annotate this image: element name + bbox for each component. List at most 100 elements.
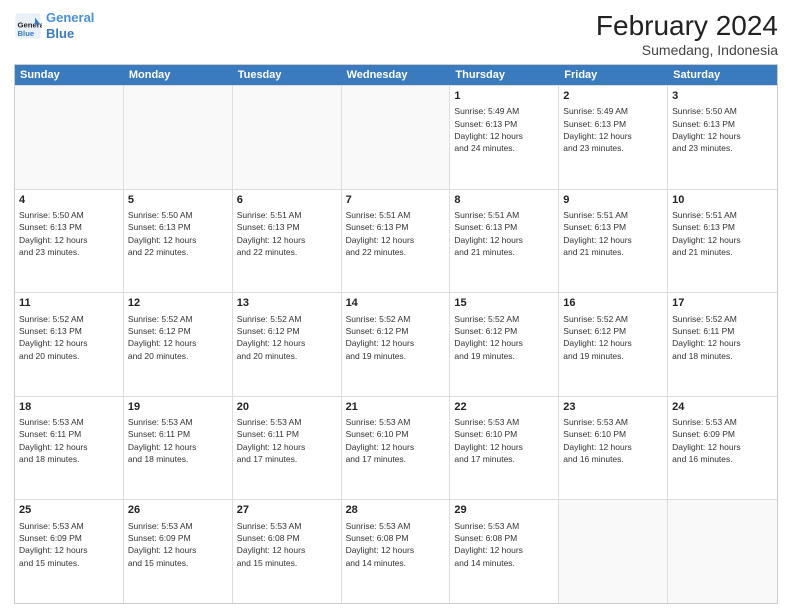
cell-day-number: 3 — [672, 89, 773, 104]
cell-info: Sunrise: 5:49 AM Sunset: 6:13 PM Dayligh… — [454, 105, 554, 154]
calendar-row-2: 4Sunrise: 5:50 AM Sunset: 6:13 PM Daylig… — [15, 189, 777, 293]
calendar-cell-1-1 — [15, 86, 124, 189]
calendar-cell-1-6: 2Sunrise: 5:49 AM Sunset: 6:13 PM Daylig… — [559, 86, 668, 189]
calendar-cell-3-3: 13 Sunrise: 5:52 AM Sunset: 6:12 PM Dayli… — [233, 293, 342, 396]
calendar-cell-1-5: 1Sunrise: 5:49 AM Sunset: 6:13 PM Daylig… — [450, 86, 559, 189]
cell-info: Sunrise: 5:51 AM Sunset: 6:13 PM Dayligh… — [454, 209, 554, 258]
header-day-monday: Monday — [124, 65, 233, 85]
cell-day-number: 10 — [672, 193, 773, 208]
logo: General Blue General Blue — [14, 10, 94, 41]
calendar-cell-4-6: 23Sunrise: 5:53 AM Sunset: 6:10 PM Dayli… — [559, 397, 668, 500]
cell-day-number: 26 — [128, 503, 228, 518]
cell-day-number: 22 — [454, 400, 554, 415]
calendar-cell-3-6: 16 Sunrise: 5:52 AM Sunset: 6:12 PM Dayli… — [559, 293, 668, 396]
cell-day-number: 11 — [19, 296, 119, 311]
cell-info: Sunrise: 5:53 AM Sunset: 6:08 PM Dayligh… — [346, 520, 446, 569]
calendar-cell-4-7: 24Sunrise: 5:53 AM Sunset: 6:09 PM Dayli… — [668, 397, 777, 500]
cell-info: Sunrise: 5:50 AM Sunset: 6:13 PM Dayligh… — [19, 209, 119, 258]
cell-day-number: 18 — [19, 400, 119, 415]
cell-info: Sunrise: 5:52 AM Sunset: 6:12 PM Dayligh… — [346, 313, 446, 362]
cell-day-number: 4 — [19, 193, 119, 208]
calendar-cell-5-3: 27 Sunrise: 5:53 AM Sunset: 6:08 PM Dayli… — [233, 500, 342, 603]
svg-text:General: General — [18, 20, 43, 29]
cell-info: Sunrise: 5:52 AM Sunset: 6:12 PM Dayligh… — [237, 313, 337, 362]
header-day-tuesday: Tuesday — [233, 65, 342, 85]
cell-info: Sunrise: 5:53 AM Sunset: 6:11 PM Dayligh… — [128, 416, 228, 465]
calendar-cell-5-6 — [559, 500, 668, 603]
header: General Blue General Blue February 2024 … — [14, 10, 778, 58]
cell-day-number: 7 — [346, 193, 446, 208]
calendar-cell-1-2 — [124, 86, 233, 189]
cell-info: Sunrise: 5:53 AM Sunset: 6:11 PM Dayligh… — [19, 416, 119, 465]
cell-day-number: 8 — [454, 193, 554, 208]
cell-day-number: 1 — [454, 89, 554, 104]
cell-day-number: 12 — [128, 296, 228, 311]
cell-info: Sunrise: 5:53 AM Sunset: 6:09 PM Dayligh… — [672, 416, 773, 465]
calendar-cell-5-1: 25 Sunrise: 5:53 AM Sunset: 6:09 PM Dayli… — [15, 500, 124, 603]
calendar-cell-2-4: 7Sunrise: 5:51 AM Sunset: 6:13 PM Daylig… — [342, 190, 451, 293]
cell-info: Sunrise: 5:51 AM Sunset: 6:13 PM Dayligh… — [346, 209, 446, 258]
calendar-row-3: 11 Sunrise: 5:52 AM Sunset: 6:13 PM Dayli… — [15, 292, 777, 396]
calendar-cell-1-7: 3Sunrise: 5:50 AM Sunset: 6:13 PM Daylig… — [668, 86, 777, 189]
calendar-cell-5-4: 28 Sunrise: 5:53 AM Sunset: 6:08 PM Dayli… — [342, 500, 451, 603]
header-day-friday: Friday — [559, 65, 668, 85]
cell-info: Sunrise: 5:53 AM Sunset: 6:08 PM Dayligh… — [454, 520, 554, 569]
calendar-cell-2-7: 10Sunrise: 5:51 AM Sunset: 6:13 PM Dayli… — [668, 190, 777, 293]
cell-day-number: 20 — [237, 400, 337, 415]
cell-day-number: 17 — [672, 296, 773, 311]
cell-day-number: 23 — [563, 400, 663, 415]
cell-info: Sunrise: 5:52 AM Sunset: 6:11 PM Dayligh… — [672, 313, 773, 362]
cell-day-number: 19 — [128, 400, 228, 415]
cell-info: Sunrise: 5:53 AM Sunset: 6:08 PM Dayligh… — [237, 520, 337, 569]
cell-day-number: 16 — [563, 296, 663, 311]
calendar-row-1: 1Sunrise: 5:49 AM Sunset: 6:13 PM Daylig… — [15, 85, 777, 189]
header-day-sunday: Sunday — [15, 65, 124, 85]
calendar-header: SundayMondayTuesdayWednesdayThursdayFrid… — [15, 65, 777, 85]
calendar-cell-2-1: 4Sunrise: 5:50 AM Sunset: 6:13 PM Daylig… — [15, 190, 124, 293]
cell-day-number: 5 — [128, 193, 228, 208]
cell-info: Sunrise: 5:51 AM Sunset: 6:13 PM Dayligh… — [672, 209, 773, 258]
calendar-cell-3-7: 17 Sunrise: 5:52 AM Sunset: 6:11 PM Dayli… — [668, 293, 777, 396]
calendar-row-5: 25 Sunrise: 5:53 AM Sunset: 6:09 PM Dayli… — [15, 499, 777, 603]
cell-day-number: 24 — [672, 400, 773, 415]
header-day-thursday: Thursday — [450, 65, 559, 85]
header-day-saturday: Saturday — [668, 65, 777, 85]
cell-day-number: 14 — [346, 296, 446, 311]
cell-info: Sunrise: 5:50 AM Sunset: 6:13 PM Dayligh… — [128, 209, 228, 258]
cell-info: Sunrise: 5:52 AM Sunset: 6:13 PM Dayligh… — [19, 313, 119, 362]
cell-info: Sunrise: 5:53 AM Sunset: 6:10 PM Dayligh… — [454, 416, 554, 465]
page-subtitle: Sumedang, Indonesia — [596, 42, 778, 58]
cell-day-number: 9 — [563, 193, 663, 208]
cell-day-number: 29 — [454, 503, 554, 518]
calendar-cell-4-1: 18Sunrise: 5:53 AM Sunset: 6:11 PM Dayli… — [15, 397, 124, 500]
calendar-cell-4-2: 19Sunrise: 5:53 AM Sunset: 6:11 PM Dayli… — [124, 397, 233, 500]
cell-day-number: 25 — [19, 503, 119, 518]
logo-icon: General Blue — [14, 12, 42, 40]
cell-info: Sunrise: 5:53 AM Sunset: 6:09 PM Dayligh… — [128, 520, 228, 569]
cell-info: Sunrise: 5:52 AM Sunset: 6:12 PM Dayligh… — [563, 313, 663, 362]
cell-info: Sunrise: 5:51 AM Sunset: 6:13 PM Dayligh… — [563, 209, 663, 258]
calendar-cell-1-3 — [233, 86, 342, 189]
cell-info: Sunrise: 5:53 AM Sunset: 6:09 PM Dayligh… — [19, 520, 119, 569]
calendar-cell-4-5: 22Sunrise: 5:53 AM Sunset: 6:10 PM Dayli… — [450, 397, 559, 500]
cell-info: Sunrise: 5:51 AM Sunset: 6:13 PM Dayligh… — [237, 209, 337, 258]
cell-day-number: 21 — [346, 400, 446, 415]
calendar-cell-2-2: 5Sunrise: 5:50 AM Sunset: 6:13 PM Daylig… — [124, 190, 233, 293]
cell-day-number: 13 — [237, 296, 337, 311]
cell-day-number: 28 — [346, 503, 446, 518]
cell-day-number: 6 — [237, 193, 337, 208]
calendar-row-4: 18Sunrise: 5:53 AM Sunset: 6:11 PM Dayli… — [15, 396, 777, 500]
cell-info: Sunrise: 5:49 AM Sunset: 6:13 PM Dayligh… — [563, 105, 663, 154]
calendar-cell-4-4: 21Sunrise: 5:53 AM Sunset: 6:10 PM Dayli… — [342, 397, 451, 500]
calendar-cell-5-5: 29 Sunrise: 5:53 AM Sunset: 6:08 PM Dayli… — [450, 500, 559, 603]
cell-info: Sunrise: 5:53 AM Sunset: 6:10 PM Dayligh… — [563, 416, 663, 465]
cell-info: Sunrise: 5:53 AM Sunset: 6:10 PM Dayligh… — [346, 416, 446, 465]
cell-day-number: 27 — [237, 503, 337, 518]
calendar-cell-3-4: 14 Sunrise: 5:52 AM Sunset: 6:12 PM Dayli… — [342, 293, 451, 396]
page: General Blue General Blue February 2024 … — [0, 0, 792, 612]
cell-day-number: 2 — [563, 89, 663, 104]
calendar-cell-2-5: 8Sunrise: 5:51 AM Sunset: 6:13 PM Daylig… — [450, 190, 559, 293]
calendar-cell-4-3: 20Sunrise: 5:53 AM Sunset: 6:11 PM Dayli… — [233, 397, 342, 500]
cell-info: Sunrise: 5:50 AM Sunset: 6:13 PM Dayligh… — [672, 105, 773, 154]
title-block: February 2024 Sumedang, Indonesia — [596, 10, 778, 58]
